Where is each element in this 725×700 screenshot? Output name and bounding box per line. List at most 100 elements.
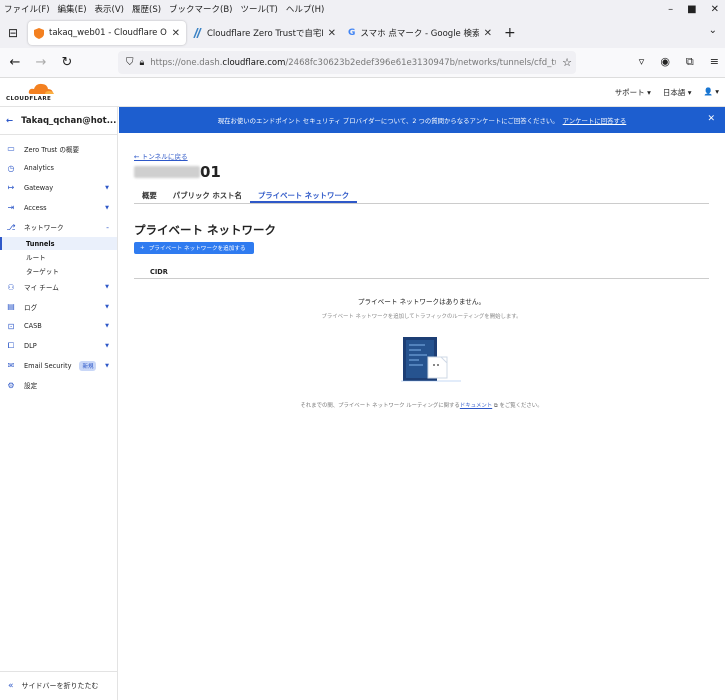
tab-public-hostname[interactable]: パブリック ホスト名 bbox=[165, 186, 250, 203]
sidebar-item-analytics[interactable]: ◷ Analytics bbox=[0, 159, 117, 179]
chevron-down-icon[interactable]: ⌄ bbox=[709, 25, 717, 36]
column-cidr[interactable]: CIDR bbox=[150, 268, 168, 276]
language-dropdown[interactable]: 日本語 ▾ bbox=[663, 87, 692, 98]
documentation-link[interactable]: ドキュメント bbox=[460, 403, 492, 409]
banner-text: 現在お使いのエンドポイント セキュリティ プロバイダーについて、2 つの質問から… bbox=[217, 116, 559, 125]
sidebar-item-tunnels[interactable]: Tunnels bbox=[0, 236, 117, 251]
sidebar-item-access[interactable]: ⇥ Access ▼ bbox=[0, 198, 117, 218]
caret-down-icon: ▼ bbox=[105, 362, 109, 369]
tab-google-search[interactable]: G スマホ 点マーク - Google 検索 ✕ bbox=[342, 21, 498, 45]
tab-title: Cloudflare Zero Trustで自宅PCに bbox=[207, 29, 323, 39]
overview-icon: ▭ bbox=[7, 144, 15, 154]
sidebar-item-network[interactable]: ⎇ ネットワーク - bbox=[0, 217, 117, 237]
menu-tools[interactable]: ツール(T) bbox=[241, 3, 278, 15]
empty-state-illustration bbox=[401, 337, 461, 382]
cloudflare-logo[interactable]: CLOUDFLARE bbox=[6, 82, 56, 104]
tunnel-tabs: 概要 パブリック ホスト名 プライベート ネットワーク bbox=[134, 186, 709, 204]
sidebar-item-gateway[interactable]: ↦ Gateway ▼ bbox=[0, 178, 117, 198]
sidebar-item-label: マイ チーム bbox=[24, 284, 59, 293]
menu-file[interactable]: ファイル(F) bbox=[4, 3, 50, 15]
sidebar-item-label: ネットワーク bbox=[24, 224, 64, 233]
navigation-bar: ← → ↻ ⛉ 🔒︎ https://one.dash.cloudflare.c… bbox=[0, 48, 725, 78]
lock-icon[interactable]: 🔒︎ bbox=[140, 58, 145, 68]
menu-bar: ファイル(F) 編集(E) 表示(V) 履歴(S) ブックマーク(B) ツール(… bbox=[0, 0, 725, 18]
dlp-icon: ⧠ bbox=[7, 341, 15, 351]
close-tab-icon[interactable]: ✕ bbox=[484, 28, 492, 39]
extensions-icon[interactable]: ⧉ bbox=[686, 55, 694, 69]
sidebar-item-label: 設定 bbox=[24, 382, 38, 391]
tab-list-icon[interactable]: ⊟ bbox=[0, 18, 26, 48]
tab-overview[interactable]: 概要 bbox=[134, 186, 165, 203]
menu-bookmarks[interactable]: ブックマーク(B) bbox=[169, 3, 232, 15]
account-switcher[interactable]: ← Takaq_qchan@hot... › bbox=[0, 107, 127, 135]
logo-text: CLOUDFLARE bbox=[6, 96, 52, 102]
survey-link[interactable]: アンケートに回答する bbox=[563, 116, 627, 125]
menu-edit[interactable]: 編集(E) bbox=[58, 3, 87, 15]
menu-history[interactable]: 履歴(S) bbox=[132, 3, 161, 15]
team-icon: ⚇ bbox=[7, 282, 15, 292]
google-icon: G bbox=[348, 28, 356, 38]
empty-state-subtitle: プライベート ネットワークを追加してトラフィックのルーティングを開始します。 bbox=[321, 314, 522, 320]
close-tab-icon[interactable]: ✕ bbox=[172, 28, 180, 39]
page-title: 01 bbox=[134, 163, 221, 181]
empty-state-footer: それまでの間、プライベート ネットワーク ルーティングに関するドキュメント ⧉ … bbox=[300, 403, 543, 409]
sidebar-item-logs[interactable]: ▤ ログ ▼ bbox=[0, 297, 117, 317]
close-icon[interactable]: ✕ bbox=[707, 114, 715, 124]
caret-down-icon: ▼ bbox=[105, 343, 109, 350]
collapse-label: サイドバーを折りたたむ bbox=[21, 682, 99, 690]
app-header: CLOUDFLARE サポート ▾ 日本語 ▾ 👤 ▾ bbox=[0, 78, 725, 107]
shield-icon[interactable]: ⛉ bbox=[126, 57, 134, 68]
bookmark-star-icon[interactable]: ☆ bbox=[562, 56, 572, 69]
sidebar-item-email-security[interactable]: ✉ Email Security 新規 ▼ bbox=[0, 356, 117, 376]
sidebar-item-my-team[interactable]: ⚇ マイ チーム ▼ bbox=[0, 277, 117, 297]
caret-down-icon: ▼ bbox=[105, 204, 109, 211]
sidebar-item-label: DLP bbox=[24, 342, 37, 351]
url-bar[interactable]: ⛉ 🔒︎ https://one.dash.cloudflare.com/246… bbox=[118, 51, 576, 74]
sidebar-item-settings[interactable]: ⚙ 設定 bbox=[0, 375, 117, 395]
section-title: プライベート ネットワーク bbox=[134, 223, 277, 237]
back-to-tunnels-link[interactable]: ← トンネルに戻る bbox=[134, 151, 188, 161]
collapse-sidebar-button[interactable]: « サイドバーを折りたたむ bbox=[0, 671, 117, 700]
button-label: プライベート ネットワークを追加する bbox=[148, 246, 246, 252]
forward-icon[interactable]: → bbox=[30, 55, 52, 70]
support-dropdown[interactable]: サポート ▾ bbox=[615, 87, 651, 98]
sidebar: ← Takaq_qchan@hot... › ▭ Zero Trust の概要 … bbox=[0, 107, 127, 700]
account-icon[interactable]: ◉ bbox=[660, 55, 670, 69]
sidebar-item-label: CASB bbox=[24, 322, 42, 331]
close-tab-icon[interactable]: ✕ bbox=[328, 28, 336, 39]
minimize-icon[interactable]: – bbox=[668, 4, 673, 15]
tab-zero-trust-article[interactable]: Cloudflare Zero Trustで自宅PCに ✕ bbox=[186, 21, 342, 45]
reload-icon[interactable]: ↻ bbox=[56, 55, 78, 70]
main-content: ← トンネルに戻る 01 概要 パブリック ホスト名 プライベート ネットワーク… bbox=[119, 133, 725, 700]
sidebar-item-casb[interactable]: ⊡ CASB ▼ bbox=[0, 317, 117, 337]
account-name: Takaq_qchan@hot... bbox=[21, 115, 117, 126]
maximize-icon[interactable]: ■ bbox=[687, 4, 696, 15]
menu-help[interactable]: ヘルプ(H) bbox=[286, 3, 325, 15]
sidebar-item-dlp[interactable]: ⧠ DLP ▼ bbox=[0, 336, 117, 356]
gateway-icon: ↦ bbox=[7, 183, 15, 193]
sidebar-item-label: Email Security bbox=[24, 361, 72, 370]
table-header: CIDR bbox=[134, 266, 709, 279]
add-private-network-button[interactable]: + プライベート ネットワークを追加する bbox=[134, 242, 254, 254]
sidebar-item-overview[interactable]: ▭ Zero Trust の概要 bbox=[0, 139, 117, 159]
cloudflare-shield-icon bbox=[34, 27, 44, 39]
sidebar-item-targets[interactable]: ターゲット bbox=[0, 264, 117, 278]
survey-banner: 現在お使いのエンドポイント セキュリティ プロバイダーについて、2 つの質問から… bbox=[119, 107, 725, 133]
arrow-left-icon[interactable]: ← bbox=[6, 116, 13, 126]
menu-view[interactable]: 表示(V) bbox=[95, 3, 124, 15]
sidebar-item-label: ログ bbox=[24, 303, 38, 312]
sidebar-item-routes[interactable]: ルート bbox=[0, 250, 117, 264]
user-menu[interactable]: 👤 ▾ bbox=[704, 87, 720, 98]
tab-private-network[interactable]: プライベート ネットワーク bbox=[249, 186, 358, 203]
pocket-icon[interactable]: ▿ bbox=[639, 55, 645, 69]
back-icon[interactable]: ← bbox=[4, 55, 26, 70]
tab-bar: ⊟ takaq_web01 - Cloudflare One ✕ Cloudfl… bbox=[0, 18, 725, 48]
caret-down-icon: ▼ bbox=[105, 284, 109, 291]
close-window-icon[interactable]: ✕ bbox=[711, 4, 719, 15]
new-tab-icon[interactable]: + bbox=[504, 25, 516, 41]
slash-icon bbox=[193, 28, 202, 38]
tab-cloudflare-one[interactable]: takaq_web01 - Cloudflare One ✕ bbox=[28, 21, 186, 45]
sidebar-item-label: Access bbox=[24, 203, 47, 212]
caret-down-icon: ▼ bbox=[105, 323, 109, 330]
menu-icon[interactable]: ≡ bbox=[710, 55, 719, 69]
